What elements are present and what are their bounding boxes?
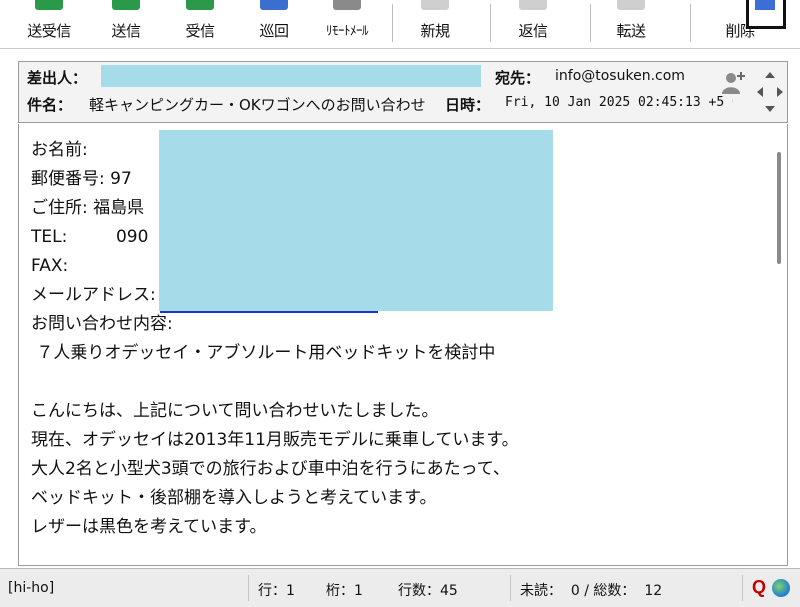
status-unread-total: 未読： 0 / 総数： 12 (520, 583, 663, 599)
remote-mail-button[interactable]: ﾘﾓｰﾄﾒｰﾙ (310, 0, 384, 46)
status-mode: [hi-ho] (8, 580, 55, 596)
toolbar-separator (490, 4, 491, 42)
status-separator (248, 575, 249, 601)
subject-value: 軽キャンピングカー・OKワゴンへのお問い合わせ (89, 96, 426, 114)
status-bar: [hi-ho] 行：1 桁：1 行数：45 未読： 0 / 総数： 12 Q (0, 568, 800, 607)
new-mail-icon (421, 0, 449, 10)
email-link-underline[interactable] (160, 311, 378, 313)
body-line: お名前: (31, 140, 88, 160)
body-line: ７人乗りオデッセイ・アブソルート用ベッドキットを検討中 (31, 343, 496, 363)
mail-body[interactable]: お名前: 郵便番号: 97 ご住所: 福島県 TEL: 090 FAX: メール… (18, 124, 788, 566)
globe-icon[interactable] (772, 579, 790, 597)
body-line: 大人2名と小型犬3頭での旅行および車中泊を行うにあたって、 (31, 459, 510, 479)
reply-button[interactable]: 返信 (498, 0, 568, 46)
body-line: TEL: 090 (31, 227, 149, 247)
receive-icon (186, 0, 214, 10)
mail-header: 差出人： 宛先： info@tosuken.com 件名： 軽キャンピングカー・… (18, 61, 788, 123)
send-icon (112, 0, 140, 10)
receive-button[interactable]: 受信 (172, 0, 228, 46)
forward-button[interactable]: 転送 (596, 0, 666, 46)
body-line: ご住所: 福島県 (31, 198, 145, 218)
patrol-icon (260, 0, 288, 10)
to-label: 宛先： (495, 69, 541, 87)
personal-info-redacted (159, 130, 553, 311)
status-separator (510, 575, 511, 601)
body-line: ベッドキット・後部棚を導入しようと考えています。 (31, 488, 437, 508)
status-row: 行：1 (258, 583, 295, 599)
send-receive-icon (35, 0, 63, 10)
to-value: info@tosuken.com (555, 68, 685, 84)
status-separator (742, 575, 743, 601)
vertical-scrollbar[interactable] (777, 152, 781, 264)
q-icon[interactable]: Q (752, 577, 766, 598)
window-corner-icon (746, 0, 786, 29)
patrol-button[interactable]: 巡回 (246, 0, 302, 46)
from-value-redacted (101, 65, 481, 87)
body-line: お問い合わせ内容: (31, 314, 173, 334)
navigation-arrows-icon[interactable] (754, 68, 786, 116)
body-line: 現在、オデッセイは2013年11月販売モデルに乗車しています。 (31, 430, 519, 450)
send-receive-button[interactable]: 送受信 (14, 0, 84, 46)
body-line: FAX: (31, 256, 69, 276)
toolbar-separator (590, 4, 591, 42)
forward-icon (617, 0, 645, 10)
body-line: メールアドレス: (31, 285, 156, 305)
date-value: Fri, 10 Jan 2025 02:45:13 +5 0 (505, 95, 733, 110)
toolbar-separator (690, 4, 691, 42)
remote-mail-icon (333, 0, 361, 10)
body-line: レザーは黒色を考えています。 (31, 517, 267, 537)
reply-icon (519, 0, 547, 10)
add-contact-icon[interactable] (721, 70, 747, 96)
new-mail-button[interactable]: 新規 (400, 0, 470, 46)
subject-label: 件名： (27, 96, 73, 114)
send-button[interactable]: 送信 (98, 0, 154, 46)
status-col: 桁：1 (326, 583, 363, 599)
body-line: こんにちは、上記について問い合わせいたしました。 (31, 401, 439, 421)
status-line-count: 行数：45 (398, 583, 458, 599)
toolbar: 送受信 送信 受信 巡回 ﾘﾓｰﾄﾒｰﾙ 新規 返信 転送 削除 (0, 0, 800, 49)
toolbar-separator (392, 4, 393, 42)
body-line: 郵便番号: 97 (31, 169, 132, 189)
date-label: 日時： (445, 96, 491, 114)
from-label: 差出人： (27, 69, 88, 87)
